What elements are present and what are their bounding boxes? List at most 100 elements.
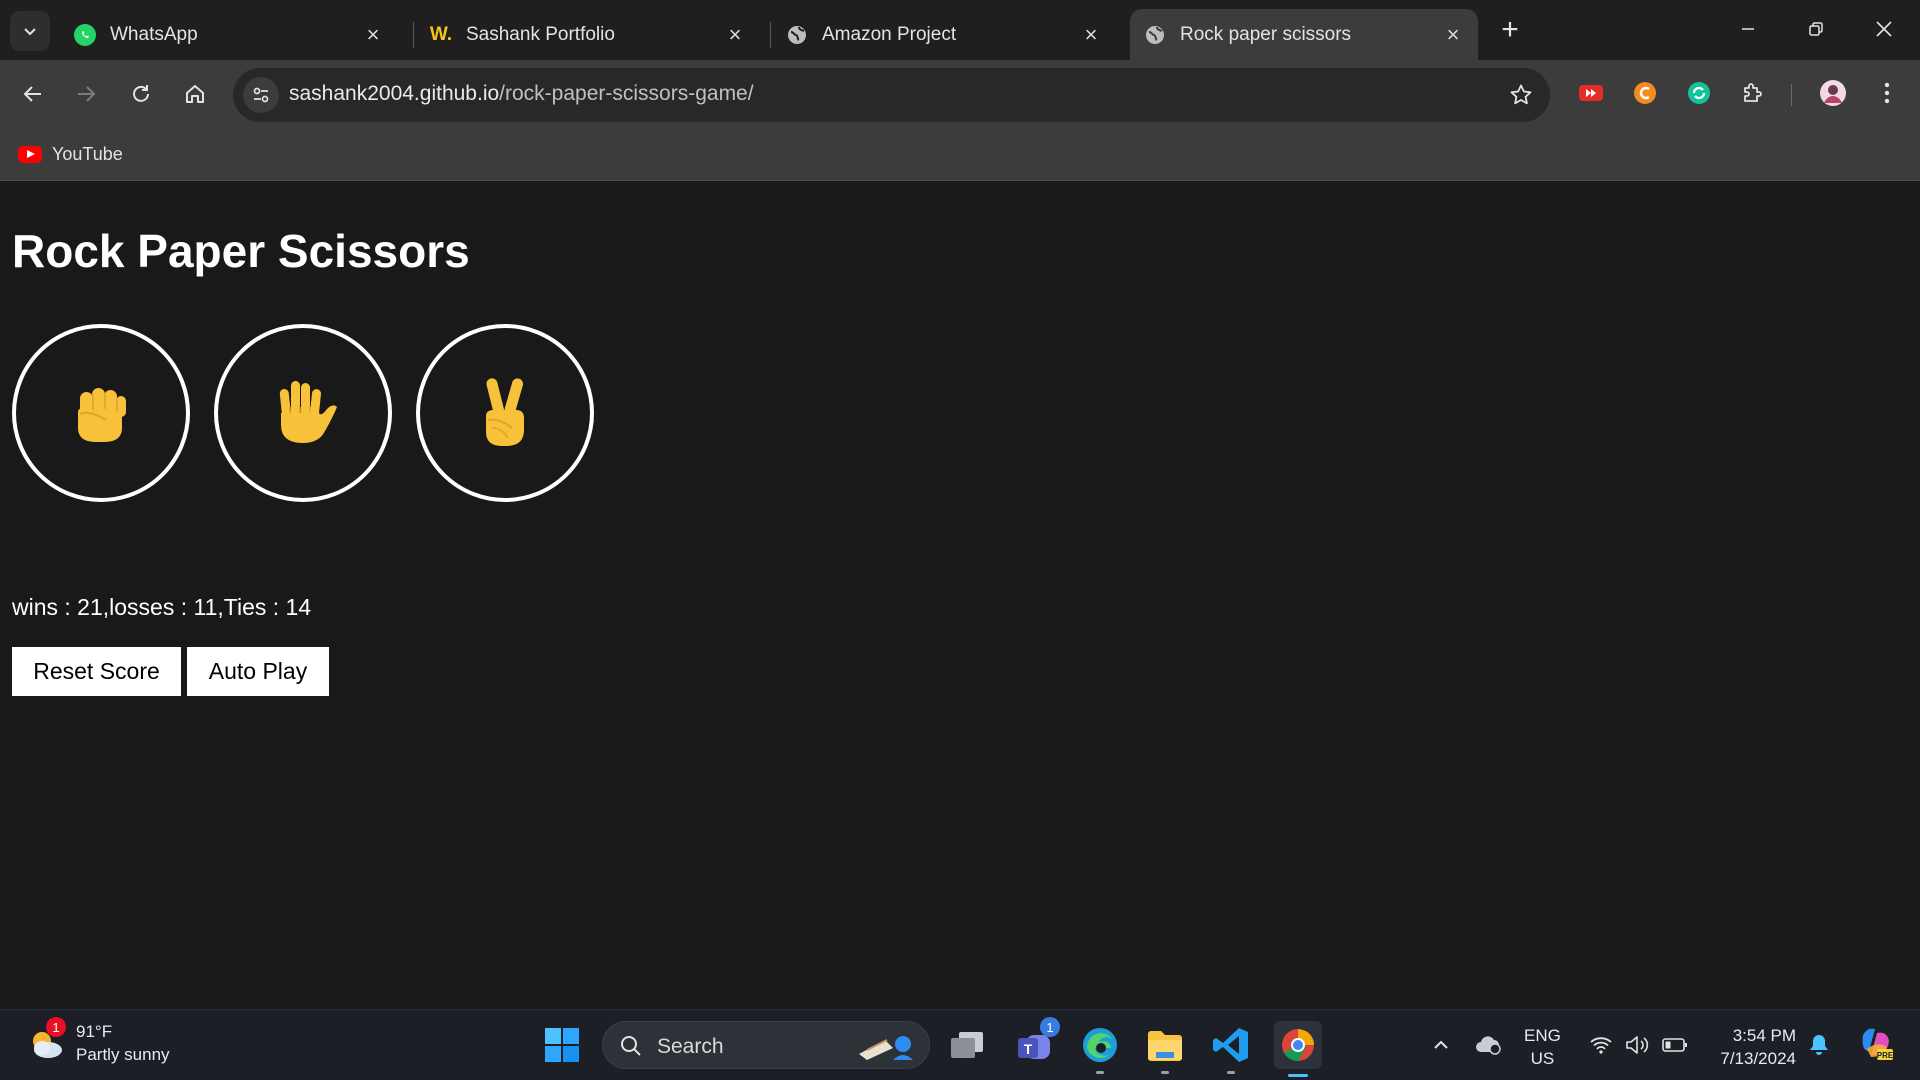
taskbar-search[interactable]: Search	[602, 1021, 930, 1069]
copilot-icon[interactable]: PRE	[1856, 1024, 1896, 1064]
close-icon[interactable]: ×	[724, 22, 746, 47]
start-button[interactable]	[540, 1023, 584, 1067]
partly-sunny-icon: 1	[26, 1017, 66, 1063]
page-content: Rock Paper Scissors wins: 21,losses: 1…	[0, 182, 1920, 1009]
tab-sashank-portfolio[interactable]: W. Sashank Portfolio ×	[416, 9, 760, 60]
rock-button[interactable]	[12, 324, 190, 502]
task-view-button[interactable]	[945, 1023, 989, 1067]
extensions-puzzle-icon[interactable]	[1738, 78, 1768, 108]
teams-app[interactable]: T 1	[1012, 1017, 1060, 1067]
svg-text:PRE: PRE	[1877, 1051, 1894, 1060]
raised-fist-icon	[78, 388, 126, 442]
url-text[interactable]: sashank2004.github.io/rock-paper-scissor…	[289, 82, 754, 106]
show-hidden-icons-button[interactable]	[1426, 1030, 1456, 1060]
toolbar-divider	[1791, 84, 1792, 106]
paper-button[interactable]	[214, 324, 392, 502]
teams-badge: 1	[1040, 1017, 1060, 1037]
raised-hand-icon	[279, 381, 337, 443]
back-button[interactable]	[13, 74, 53, 114]
more-menu-icon[interactable]	[1872, 78, 1902, 108]
grammar-extension-icon[interactable]	[1684, 78, 1714, 108]
weather-condition: Partly sunny	[76, 1045, 170, 1064]
score-text: wins : 21,losses : 11,Ties : 14	[12, 594, 312, 620]
url-host: sashank2004.github.io	[289, 82, 500, 105]
close-icon[interactable]: ×	[362, 22, 384, 47]
tab-divider	[770, 22, 771, 48]
reload-button[interactable]	[121, 74, 161, 114]
bookmark-label: YouTube	[52, 143, 123, 164]
chrome-icon	[1282, 1029, 1314, 1061]
forward-button[interactable]	[66, 74, 106, 114]
weather-badge: 1	[46, 1017, 66, 1037]
search-label: Search	[657, 1035, 724, 1058]
tab-search-button[interactable]	[10, 11, 50, 51]
wifi-icon[interactable]	[1586, 1030, 1616, 1060]
vscode-icon	[1213, 1028, 1248, 1062]
youtube-icon	[18, 145, 42, 163]
arrow-right-icon	[78, 86, 96, 102]
chevron-down-icon	[24, 28, 36, 36]
restore-button[interactable]	[1782, 0, 1850, 58]
clock-time: 3:54 PM	[1732, 1026, 1796, 1045]
window-close-button[interactable]	[1850, 0, 1918, 58]
victory-hand-icon	[486, 378, 524, 446]
clock[interactable]: 3:54 PM 7/13/2024	[1708, 1024, 1796, 1070]
weather-temp: 91°F	[76, 1022, 113, 1041]
browser-toolbar: sashank2004.github.io/rock-paper-scissor…	[0, 60, 1920, 129]
weather-widget[interactable]: 1 91°F Partly sunny	[26, 1017, 170, 1066]
page-title: Rock Paper Scissors	[12, 225, 470, 277]
volume-icon[interactable]	[1622, 1030, 1652, 1060]
tab-rock-paper-scissors[interactable]: Rock paper scissors ×	[1130, 9, 1478, 60]
notification-bell-icon[interactable]	[1804, 1030, 1834, 1060]
tab-divider	[413, 22, 414, 48]
file-explorer-app[interactable]	[1143, 1023, 1187, 1074]
search-highlight-icon	[859, 1036, 913, 1060]
running-indicator	[1096, 1071, 1104, 1074]
profile-avatar[interactable]	[1818, 78, 1848, 108]
reset-score-button[interactable]: Reset Score	[12, 647, 181, 696]
edge-app[interactable]	[1078, 1023, 1122, 1074]
address-bar[interactable]: sashank2004.github.io/rock-paper-scissor…	[233, 68, 1550, 122]
tab-amazon-project[interactable]: Amazon Project ×	[772, 9, 1116, 60]
scissors-button[interactable]	[416, 324, 594, 502]
vscode-app[interactable]	[1209, 1023, 1253, 1074]
clock-date: 7/13/2024	[1720, 1049, 1796, 1068]
tab-title: Amazon Project	[822, 23, 957, 45]
taskbar: 1 91°F Partly sunny Search T 1 ENG US 3:…	[0, 1009, 1920, 1080]
home-icon	[186, 85, 204, 103]
tab-title: WhatsApp	[110, 23, 198, 45]
url-path: /rock-paper-scissors-game/	[499, 82, 754, 105]
running-indicator	[1161, 1071, 1169, 1074]
folder-icon	[1148, 1031, 1182, 1061]
site-settings-icon[interactable]	[243, 77, 279, 113]
battery-icon[interactable]	[1660, 1030, 1690, 1060]
tab-whatsapp[interactable]: WhatsApp ×	[60, 9, 398, 60]
svg-text:T: T	[1024, 1041, 1033, 1057]
reload-icon	[133, 85, 149, 102]
bookmarks-bar: YouTube	[0, 129, 1920, 181]
close-icon[interactable]: ×	[1080, 22, 1102, 47]
windows-logo-icon	[545, 1028, 579, 1062]
close-icon[interactable]: ×	[1442, 22, 1464, 47]
onedrive-icon[interactable]	[1474, 1030, 1504, 1060]
coupon-extension-icon[interactable]	[1630, 78, 1660, 108]
minimize-icon	[1742, 28, 1754, 30]
region-code: US	[1530, 1049, 1555, 1068]
w-logo-icon: W.	[429, 23, 453, 45]
new-tab-button[interactable]: +	[1494, 13, 1526, 46]
minimize-button[interactable]	[1714, 0, 1782, 58]
chrome-app[interactable]	[1274, 1021, 1322, 1077]
youtube-extension-icon[interactable]	[1576, 78, 1606, 108]
auto-play-button[interactable]: Auto Play	[187, 647, 329, 696]
bookmark-youtube[interactable]: YouTube	[18, 139, 123, 169]
home-button[interactable]	[175, 74, 215, 114]
globe-icon	[1144, 24, 1166, 46]
bookmark-star-icon[interactable]	[1506, 80, 1536, 110]
language-indicator[interactable]: ENG US	[1524, 1024, 1561, 1070]
tab-strip: WhatsApp × W. Sashank Portfolio × Amazon…	[0, 0, 1920, 60]
tab-title: Rock paper scissors	[1180, 23, 1352, 45]
whatsapp-icon	[74, 23, 96, 46]
close-icon	[1876, 21, 1892, 37]
arrow-left-icon	[23, 86, 41, 102]
edge-icon	[1083, 1028, 1117, 1062]
